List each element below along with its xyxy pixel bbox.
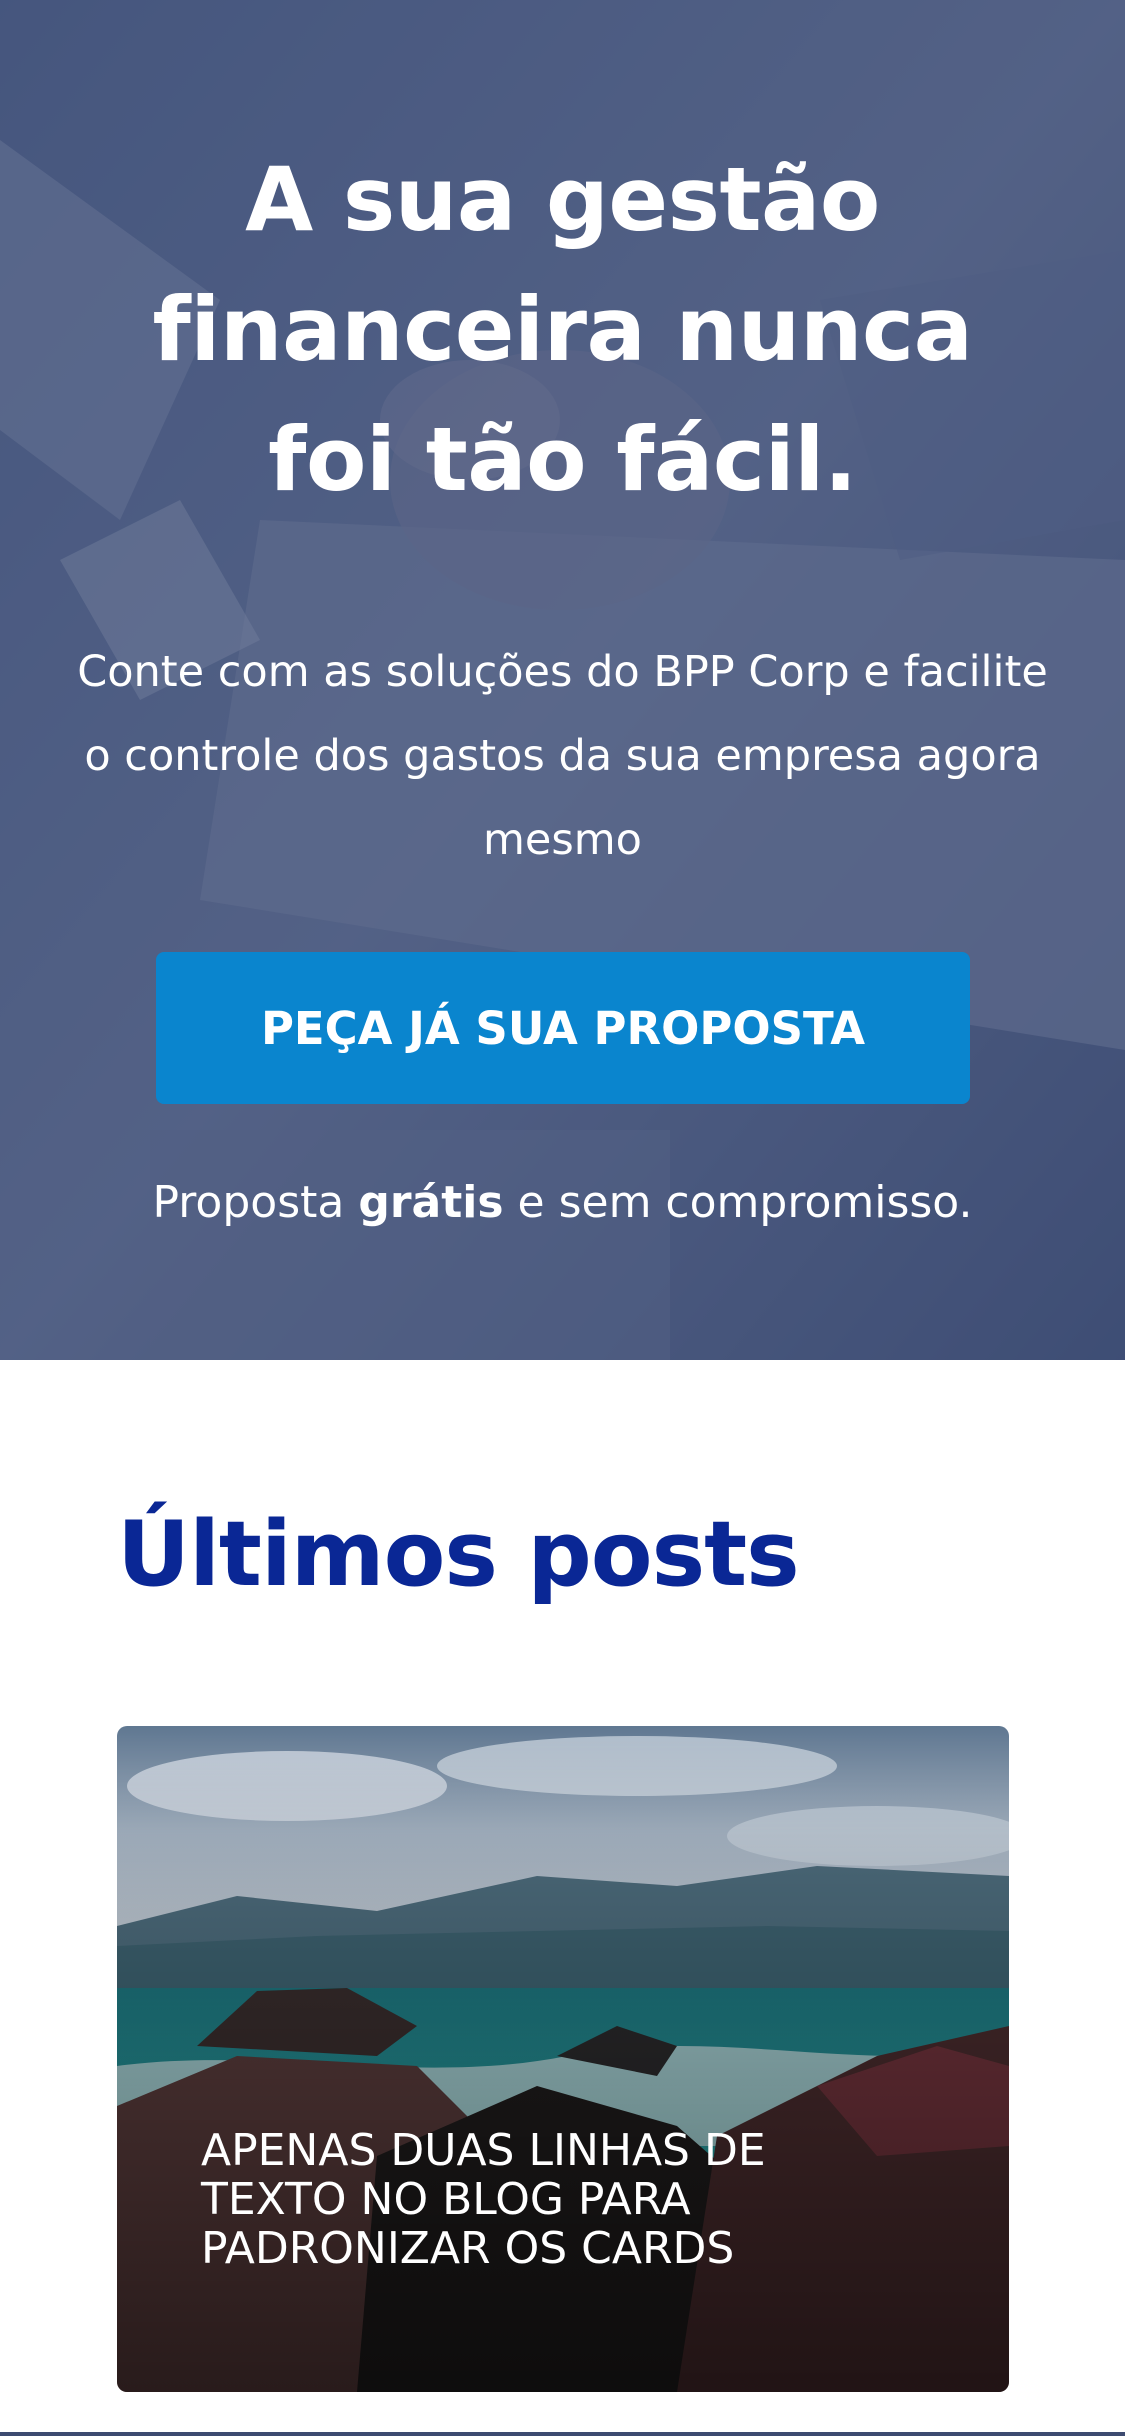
hero-note-suffix: e sem compromisso. xyxy=(503,1177,973,1228)
hero-note: Proposta grátis e sem compromisso. xyxy=(80,1168,1045,1238)
hero-note-bold: grátis xyxy=(358,1177,504,1228)
post-card-image xyxy=(117,1726,1009,2392)
bottom-divider xyxy=(0,2432,1125,2436)
hero-banner: A sua gestão financeira nunca foi tão fá… xyxy=(0,0,1125,1360)
post-title: APENAS DUAS LINHAS DE TEXTO NO BLOG PARA… xyxy=(201,2125,766,2274)
latest-posts-heading: Últimos posts xyxy=(117,1502,800,1607)
hero-title: A sua gestão financeira nunca foi tão fá… xyxy=(152,148,973,511)
hero-subtitle: Conte com as soluções do BPP Corp e faci… xyxy=(77,647,1048,865)
request-proposal-button[interactable]: PEÇA JÁ SUA PROPOSTA xyxy=(156,952,970,1104)
request-proposal-label: PEÇA JÁ SUA PROPOSTA xyxy=(260,1001,866,1055)
post-card[interactable]: APENAS DUAS LINHAS DE TEXTO NO BLOG PARA… xyxy=(117,1726,1009,2392)
hero-note-prefix: Proposta xyxy=(152,1177,359,1228)
